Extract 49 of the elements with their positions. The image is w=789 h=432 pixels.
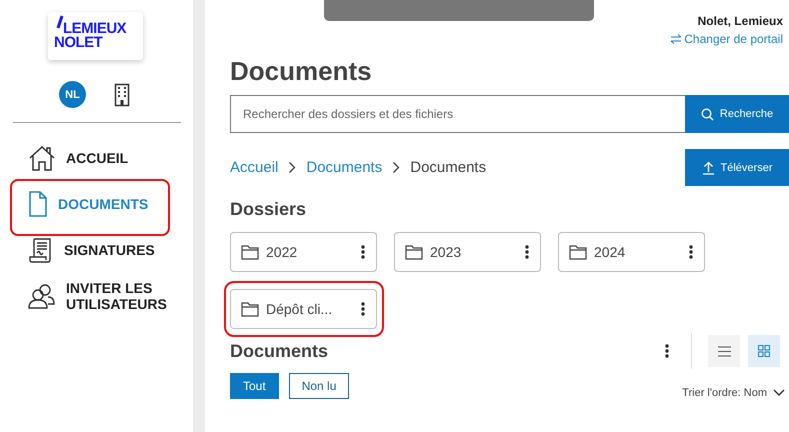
logo-text: NOLET [54, 36, 104, 50]
more-options-icon[interactable] [361, 302, 365, 316]
list-icon [718, 346, 730, 356]
home-icon [28, 145, 56, 171]
upload-icon [702, 160, 715, 174]
grid-view-button[interactable] [748, 335, 780, 367]
swap-arrows-icon [670, 34, 682, 44]
user-name: Nolet, Lemieux [698, 14, 783, 28]
nav-item[interactable]: ACCUEIL [0, 135, 193, 181]
folder-card[interactable]: 2024 [558, 232, 705, 272]
breadcrumb-link[interactable]: Accueil [230, 159, 278, 176]
filter-tab[interactable]: Tout [230, 373, 279, 399]
folder-icon [241, 244, 259, 260]
building-icon[interactable] [114, 82, 130, 106]
chevron-right-icon [288, 161, 296, 174]
more-options-icon[interactable] [361, 245, 365, 259]
nav-item[interactable]: SIGNATURES [0, 227, 193, 273]
folder-card[interactable]: 2022 [230, 232, 377, 272]
logo-text: LEMIEUX [63, 22, 128, 36]
nav-item[interactable]: INVITER LES UTILISATEURS [0, 273, 193, 319]
upload-button[interactable]: Téléverser [685, 149, 789, 186]
users-icon [28, 283, 56, 309]
folder-icon [241, 302, 259, 316]
search-button[interactable]: Recherche [685, 95, 789, 133]
section-heading: Documents [230, 340, 328, 362]
breadcrumb-current: Documents [410, 159, 486, 176]
document-icon [28, 191, 48, 217]
chevron-right-icon [392, 161, 400, 174]
folder-icon [569, 244, 587, 260]
grid-icon [758, 345, 770, 357]
more-options-icon[interactable] [525, 245, 529, 259]
folder-card[interactable]: 2023 [394, 232, 541, 272]
folder-icon [405, 244, 423, 260]
search-field[interactable]: Rechercher des dossiers et des fichiers [230, 95, 685, 133]
page-title: Documents [230, 56, 373, 87]
search-icon [700, 108, 714, 120]
breadcrumb-link[interactable]: Documents [306, 159, 382, 176]
sort-dropdown[interactable]: Trier l'ordre: Nom [682, 387, 789, 399]
logo-mark-icon [56, 15, 64, 29]
switch-portal-link[interactable]: Changer de portail [670, 32, 783, 46]
filter-tab[interactable]: Non lu [288, 373, 350, 399]
section-heading: Dossiers [230, 199, 308, 220]
chevron-down-icon [773, 389, 785, 397]
folder-card[interactable]: Dépôt cli... [230, 289, 377, 329]
more-options-icon[interactable] [665, 344, 669, 358]
nav-item[interactable]: DOCUMENTS [0, 181, 193, 227]
user-avatar[interactable]: NL [59, 81, 86, 108]
more-options-icon[interactable] [689, 245, 693, 259]
list-view-button[interactable] [708, 335, 740, 367]
